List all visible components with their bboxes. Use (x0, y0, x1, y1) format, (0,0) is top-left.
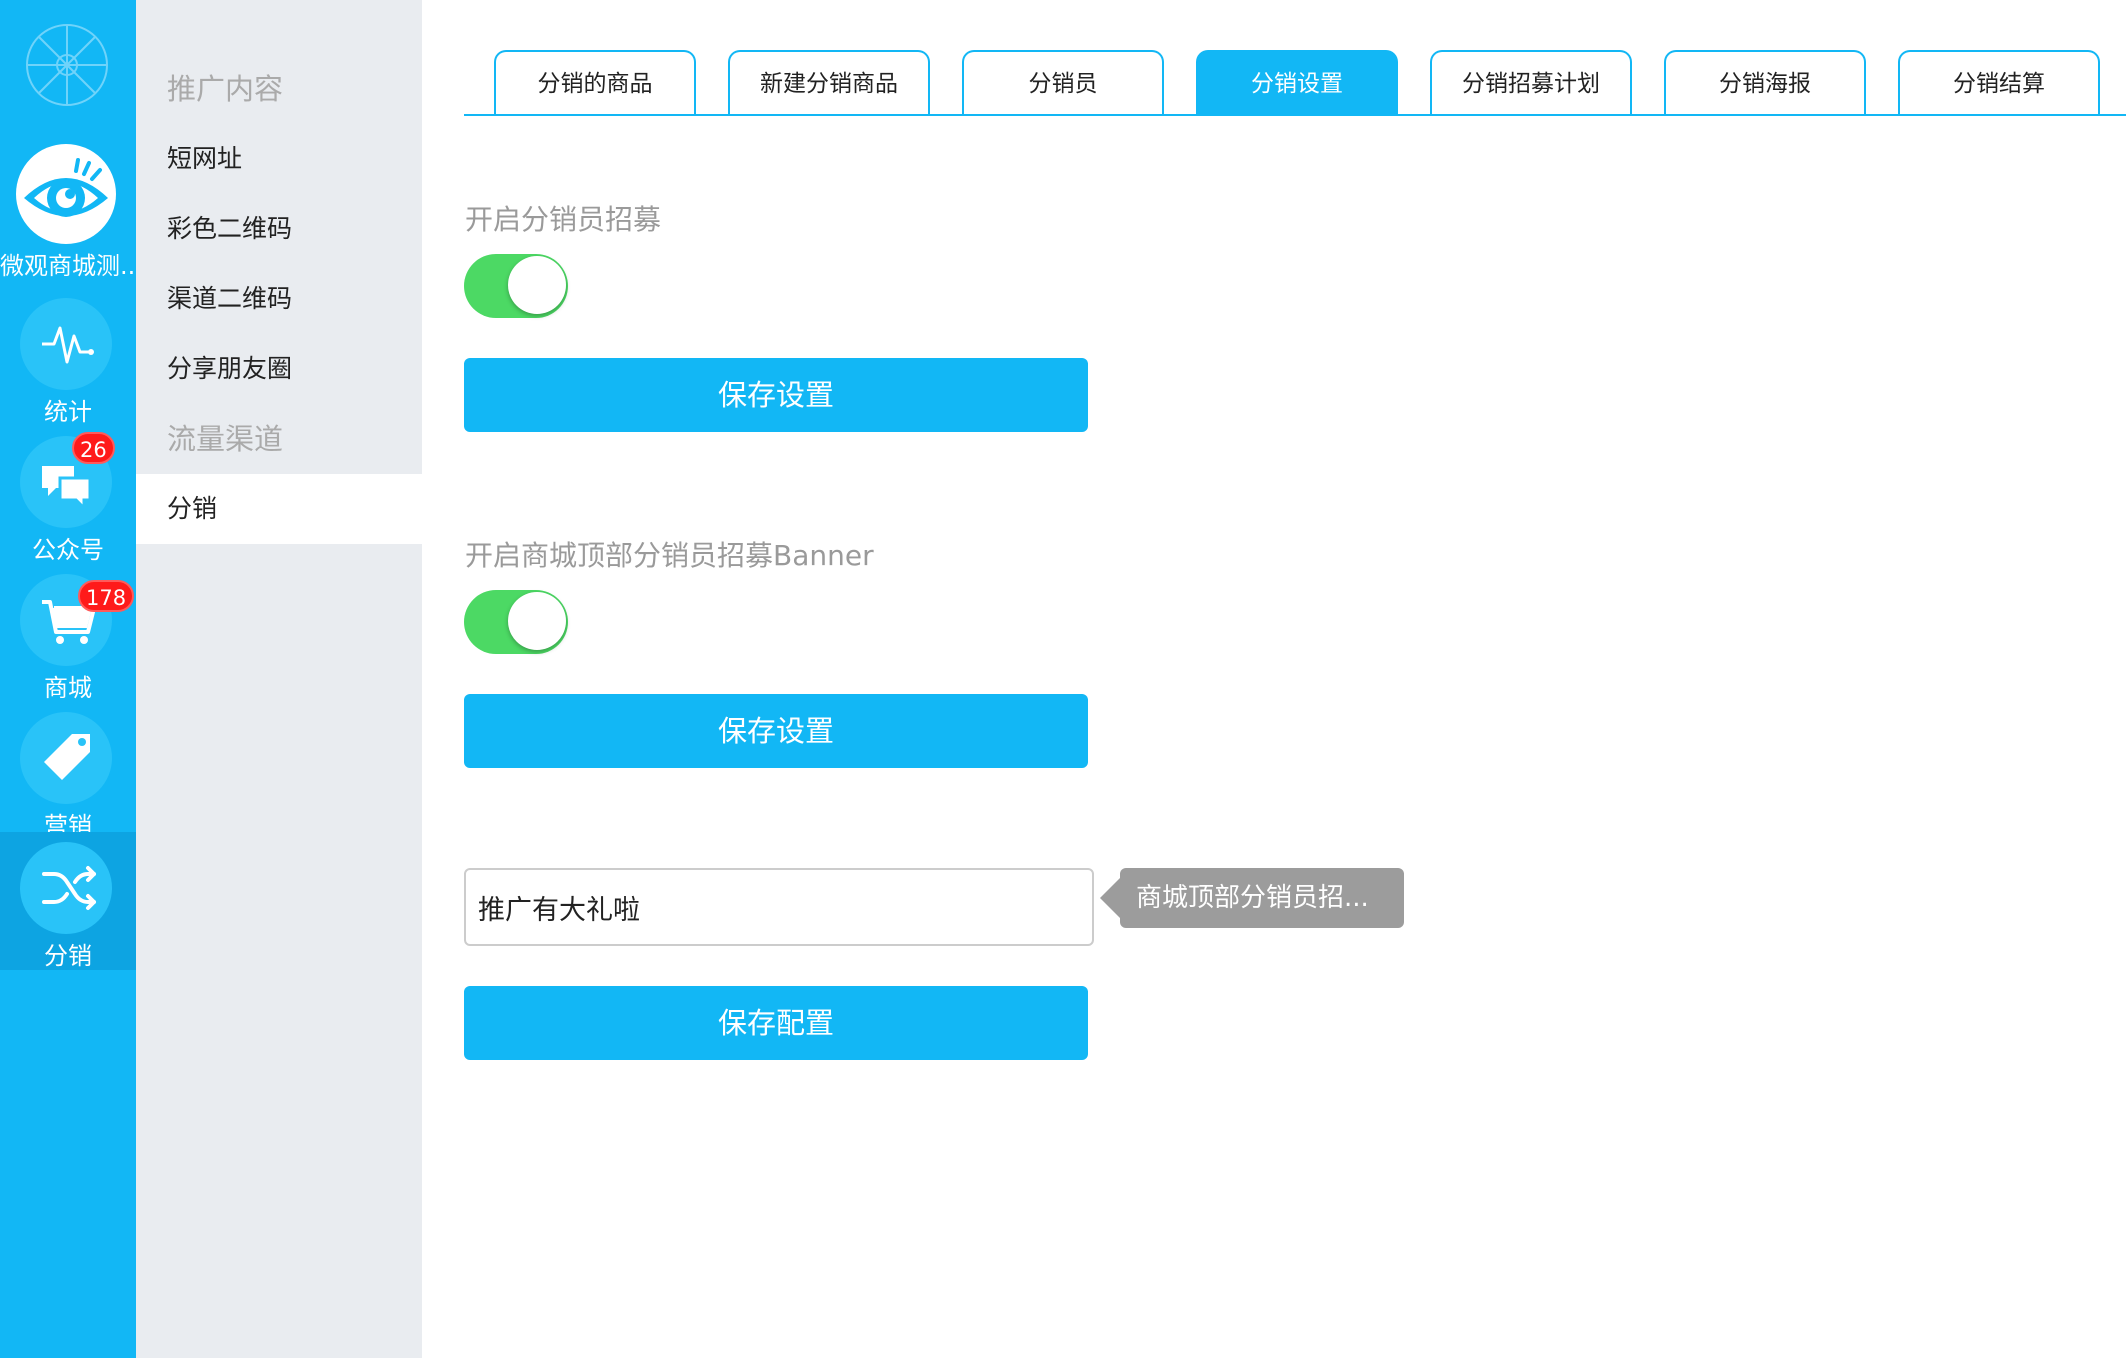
banner-toggle[interactable] (464, 590, 568, 654)
banner-text-input[interactable] (464, 868, 1094, 946)
menu-item-share-moments[interactable]: 分享朋友圈 (136, 334, 422, 404)
banner-toggle-label: 开启商城顶部分销员招募Banner (465, 539, 874, 572)
rail-item-stats[interactable]: 统计 (0, 290, 136, 428)
wheel-logo-icon (26, 24, 108, 106)
menu-item-channel-qrcode[interactable]: 渠道二维码 (136, 264, 422, 334)
shop-order-badge: 178 (78, 580, 135, 612)
toggle-knob (508, 256, 566, 314)
rail-item-marketing[interactable]: 营销 (0, 704, 136, 842)
menu-item-distribution[interactable]: 分销 (136, 474, 422, 544)
rail-item-distribution[interactable]: 分销 (0, 832, 136, 970)
rail-label-store: 微观商城测... (0, 252, 136, 280)
menu-heading-traffic: 流量渠道 (167, 422, 284, 456)
tab-distribution-products[interactable]: 分销的商品 (494, 50, 696, 114)
secondary-menu: 推广内容 短网址 彩色二维码 渠道二维码 分享朋友圈 流量渠道 分销 (136, 0, 422, 1358)
save-settings-button-1[interactable]: 保存设置 (464, 358, 1088, 432)
pulse-icon (20, 298, 112, 390)
price-tag-icon (20, 712, 112, 804)
rail-item-wechat[interactable]: 26 公众号 (0, 428, 136, 566)
rail-item-shop[interactable]: 178 商城 (0, 566, 136, 704)
save-config-button[interactable]: 保存配置 (464, 986, 1088, 1060)
tab-recruit-plan[interactable]: 分销招募计划 (1430, 50, 1632, 114)
rail-item-store[interactable]: 微观商城测... (0, 138, 136, 280)
tab-baseline (464, 114, 2126, 116)
rail-label-stats: 统计 (44, 398, 92, 426)
shuffle-icon (20, 842, 112, 934)
rail-label-shop: 商城 (44, 674, 92, 702)
rail-label-distribution: 分销 (44, 942, 92, 970)
menu-item-color-qrcode[interactable]: 彩色二维码 (136, 194, 422, 264)
app-rail: 微观商城测... 统计 26 公众号 178 商城 营销 分销 (0, 0, 136, 1358)
recruit-toggle[interactable] (464, 254, 568, 318)
tab-distribution-poster[interactable]: 分销海报 (1664, 50, 1866, 114)
menu-heading-promotion: 推广内容 (167, 72, 284, 106)
menu-item-short-url[interactable]: 短网址 (136, 124, 422, 194)
save-settings-button-2[interactable]: 保存设置 (464, 694, 1088, 768)
tab-distributors[interactable]: 分销员 (962, 50, 1164, 114)
eye-logo-icon (16, 144, 116, 244)
tab-new-distribution-product[interactable]: 新建分销商品 (728, 50, 930, 114)
toggle-knob (508, 592, 566, 650)
recruit-toggle-label: 开启分销员招募 (465, 203, 662, 236)
rail-label-wechat: 公众号 (32, 536, 104, 564)
wechat-unread-badge: 26 (72, 432, 115, 464)
tab-distribution-settings[interactable]: 分销设置 (1196, 50, 1398, 114)
tab-distribution-settlement[interactable]: 分销结算 (1898, 50, 2100, 114)
banner-text-tooltip: 商城顶部分销员招... (1100, 868, 1404, 928)
tab-bar: 分销的商品 新建分销商品 分销员 分销设置 分销招募计划 分销海报 分销结算 (464, 50, 2126, 116)
